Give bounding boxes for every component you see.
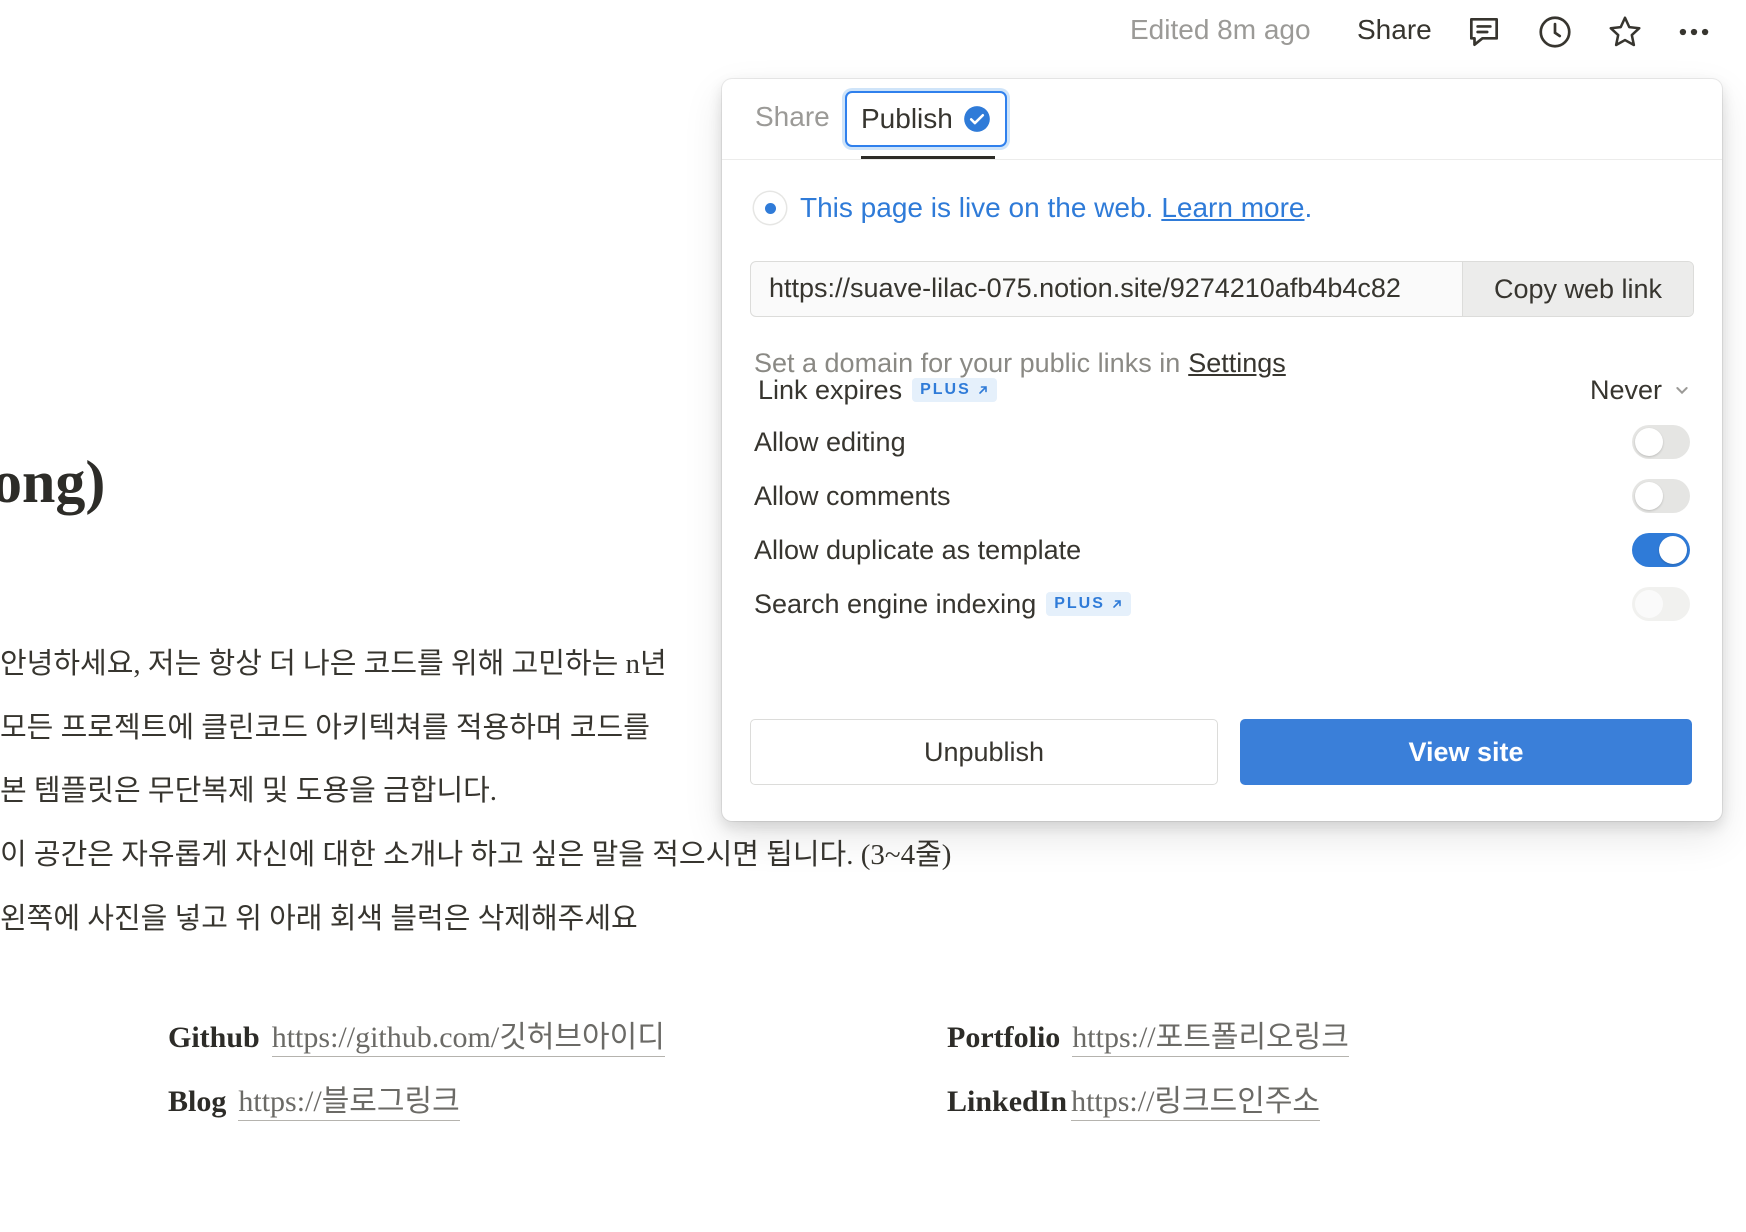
active-tab-indicator (861, 156, 995, 159)
allow-duplicate-label: Allow duplicate as template (754, 534, 1082, 565)
web-link-field: https://suave-lilac-075.notion.site/9274… (750, 261, 1694, 317)
publish-panel: Share Publish This page is live on the w… (722, 79, 1722, 821)
plus-badge[interactable]: PLUS (912, 378, 997, 402)
allow-duplicate-toggle[interactable] (1632, 533, 1690, 567)
comments-icon[interactable] (1464, 12, 1504, 52)
blog-label: Blog (168, 1085, 227, 1118)
allow-editing-row: Allow editing (754, 422, 1690, 462)
external-arrow-icon (1113, 600, 1121, 608)
blog-link-row: Blog https://블로그링크 (168, 1076, 460, 1121)
live-status: This page is live on the web. Learn more… (754, 192, 1312, 224)
tab-publish-label: Publish (861, 103, 953, 134)
linkedin-link-row: LinkedIn https://링크드인주소 (947, 1076, 1321, 1121)
link-expires-row: Link expires PLUS Never (758, 370, 1690, 410)
github-label: Github (168, 1021, 260, 1054)
linkedin-label: LinkedIn (947, 1085, 1068, 1118)
github-link[interactable]: https://github.com/깃허브아이디 (271, 1021, 665, 1057)
intro-paragraph: 이 공간은 자유롭게 자신에 대한 소개나 하고 싶은 말을 적으시면 됩니다.… (0, 839, 952, 871)
linkedin-link[interactable]: https://링크드인주소 (1071, 1085, 1321, 1121)
learn-more-link[interactable]: Learn more (1161, 192, 1304, 224)
blog-link[interactable]: https://블로그링크 (238, 1085, 460, 1121)
allow-comments-label: Allow comments (754, 480, 951, 511)
tab-share[interactable]: Share (755, 101, 830, 133)
search-indexing-row: Search engine indexing PLUS (754, 584, 1690, 624)
copy-web-link-button[interactable]: Copy web link (1462, 262, 1693, 316)
intro-paragraph: 모든 프로젝트에 클린코드 아키텍쳐를 적용하며 코드를 (0, 712, 650, 744)
portfolio-label: Portfolio (947, 1021, 1061, 1054)
external-arrow-icon (978, 386, 987, 394)
intro-paragraph: 안녕하세요, 저는 항상 더 나은 코드를 위해 고민하는 n년 (0, 648, 667, 680)
intro-paragraph: 본 템플릿은 무단복제 및 도용을 금합니다. (0, 775, 498, 807)
github-link-row: Github https://github.com/깃허브아이디 (168, 1012, 665, 1057)
more-options-icon[interactable] (1674, 12, 1714, 52)
intro-paragraph: 왼쪽에 사진을 넣고 위 아래 회색 블럭은 삭제해주세요 (0, 903, 638, 935)
allow-editing-toggle[interactable] (1632, 425, 1690, 459)
history-icon[interactable] (1535, 12, 1575, 52)
allow-comments-toggle[interactable] (1632, 479, 1690, 513)
page-title: ong) (0, 449, 106, 515)
allow-editing-label: Allow editing (754, 426, 906, 457)
live-status-period: . (1304, 192, 1313, 223)
share-button[interactable]: Share (1357, 14, 1432, 46)
favorite-star-icon[interactable] (1605, 12, 1645, 52)
web-link-url[interactable]: https://suave-lilac-075.notion.site/9274… (769, 273, 1459, 304)
allow-comments-row: Allow comments (754, 476, 1690, 516)
portfolio-link[interactable]: https://포트폴리오링크 (1072, 1021, 1349, 1057)
unpublish-button[interactable]: Unpublish (750, 719, 1218, 785)
tab-publish[interactable]: Publish (845, 91, 1007, 147)
link-expires-value: Never (1589, 374, 1662, 405)
chevron-down-icon (1676, 387, 1688, 395)
view-site-button[interactable]: View site (1240, 719, 1692, 785)
search-indexing-toggle[interactable] (1632, 587, 1690, 621)
allow-duplicate-row: Allow duplicate as template (754, 530, 1690, 570)
search-indexing-label: Search engine indexing (754, 588, 1037, 619)
edited-timestamp: Edited 8m ago (1130, 14, 1311, 45)
portfolio-link-row: Portfolio https://포트폴리오링크 (947, 1012, 1349, 1057)
verified-check-icon (964, 106, 990, 132)
panel-tabs: Share Publish (722, 79, 1722, 160)
plus-badge[interactable]: PLUS (1046, 592, 1131, 616)
link-expires-label: Link expires (758, 374, 903, 405)
live-dot-icon (754, 192, 786, 224)
live-status-text: This page is live on the web. (800, 192, 1154, 223)
link-expires-select[interactable]: Never (1590, 375, 1690, 406)
